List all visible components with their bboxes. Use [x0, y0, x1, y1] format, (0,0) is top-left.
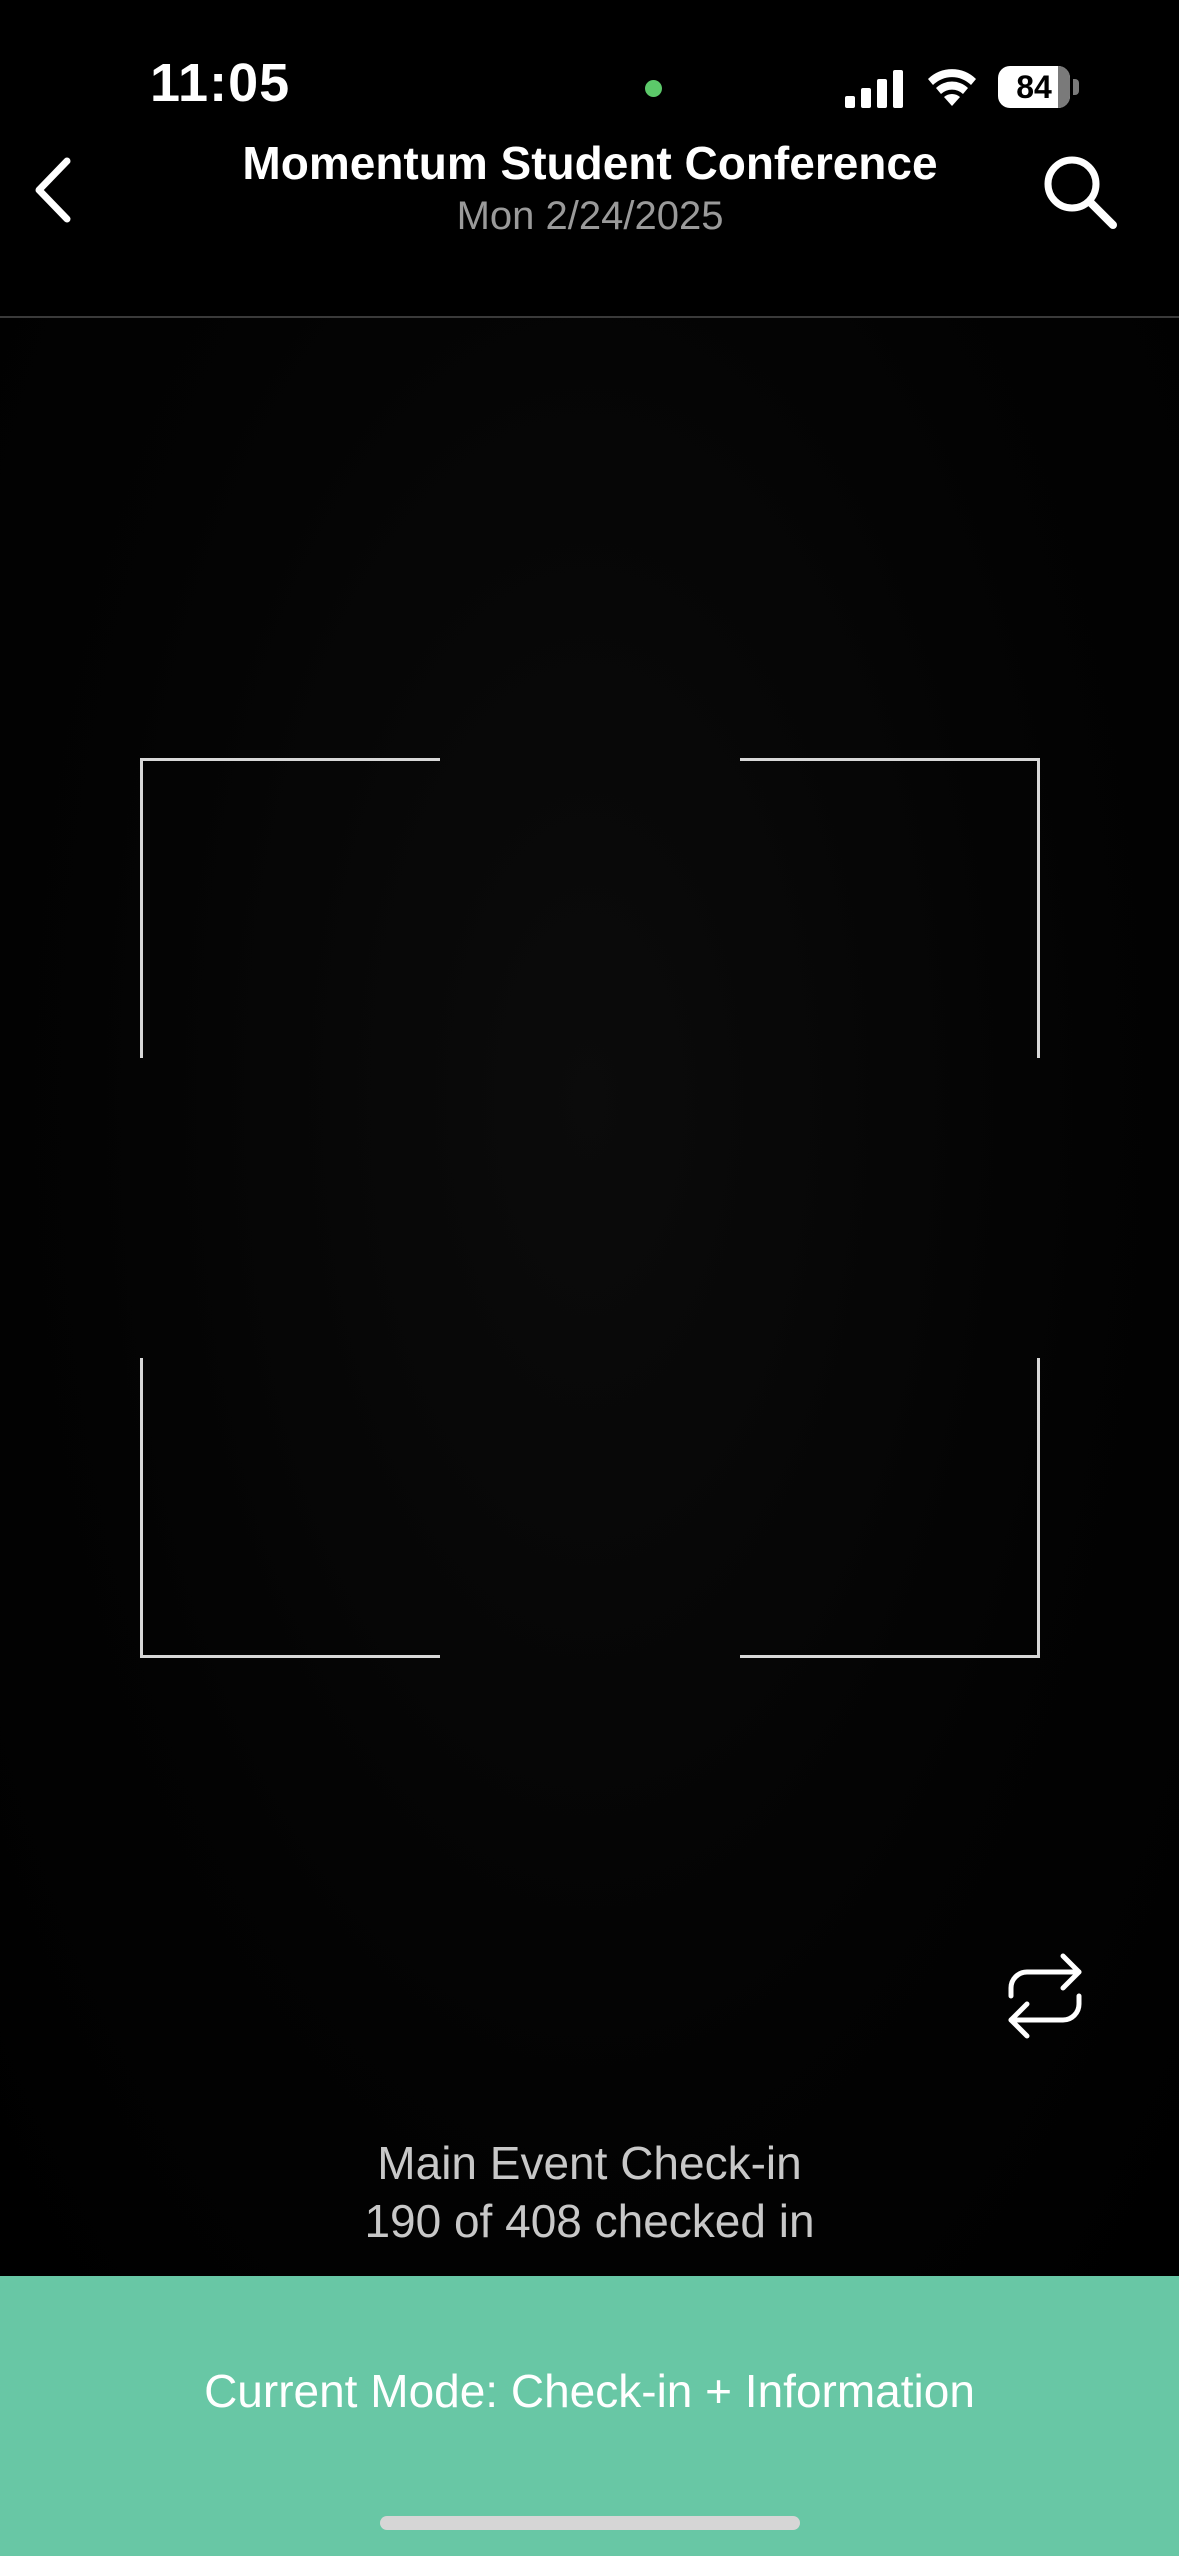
- wifi-icon: [928, 69, 976, 106]
- home-indicator: [380, 2516, 800, 2530]
- cellular-signal-icon: [845, 70, 903, 108]
- event-date: Mon 2/24/2025: [456, 194, 724, 238]
- switch-camera-button[interactable]: [990, 1946, 1100, 2046]
- current-mode-label: Current Mode: Check-in + Information: [204, 2365, 975, 2417]
- privacy-indicator-dot: [645, 80, 662, 97]
- scan-frame: [140, 758, 1040, 1658]
- page-title: Momentum Student Conference: [242, 137, 938, 189]
- chevron-left-icon: [35, 157, 71, 223]
- scan-frame-corner-top-left: [140, 758, 440, 1058]
- search-button[interactable]: [1036, 148, 1122, 234]
- checkin-count: 190 of 408 checked in: [364, 2195, 815, 2247]
- battery-cap: [1073, 79, 1079, 95]
- scan-frame-corner-bottom-left: [140, 1358, 440, 1658]
- battery-level: 84: [1016, 69, 1052, 105]
- search-icon: [1044, 156, 1117, 229]
- scan-frame-corner-top-right: [740, 758, 1040, 1058]
- checkin-event-name: Main Event Check-in: [377, 2137, 802, 2189]
- battery-icon: 84: [998, 66, 1079, 108]
- repeat-icon: [1008, 1953, 1082, 2039]
- mode-bar[interactable]: Current Mode: Check-in + Information: [0, 2276, 1179, 2556]
- battery-body: 84: [998, 66, 1070, 108]
- status-time: 11:05: [150, 53, 291, 113]
- scan-frame-corner-bottom-right: [740, 1358, 1040, 1658]
- back-button[interactable]: [14, 150, 94, 230]
